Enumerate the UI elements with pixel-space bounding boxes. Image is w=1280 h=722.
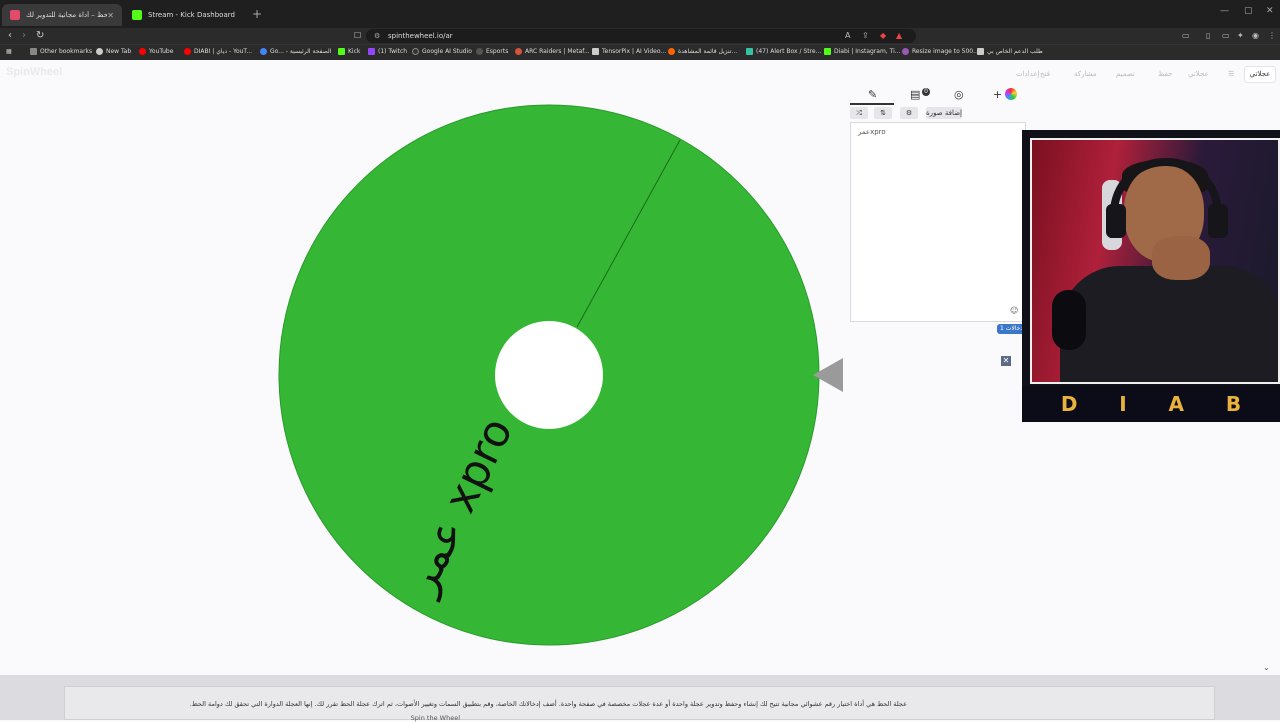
- wheel-pointer: [813, 358, 843, 392]
- edit-icon[interactable]: ✎: [868, 88, 877, 101]
- webcam-overlay: D I A B: [1022, 130, 1280, 422]
- wheel-center-hub: [495, 321, 603, 429]
- editor-actions: ⤮ ⇅ ⚙ إضافة صورة ▣: [850, 107, 1026, 129]
- shuffle-icon[interactable]: ⤮: [850, 107, 868, 119]
- earcup-left: [1106, 204, 1126, 238]
- footer-subtext: Spin the Wheel: [410, 714, 460, 722]
- active-tab-underline: [850, 103, 894, 105]
- person-shirt: [1060, 266, 1278, 382]
- person-hand: [1152, 236, 1210, 280]
- color-wheel-icon[interactable]: [1005, 88, 1017, 100]
- add-icon[interactable]: +: [993, 88, 1002, 101]
- hide-icon[interactable]: ◎: [954, 88, 964, 101]
- sort-icon[interactable]: ⇅: [874, 107, 892, 119]
- add-image-button[interactable]: إضافة صورة ▣: [926, 107, 962, 129]
- close-ad-icon[interactable]: ✕: [1001, 356, 1011, 366]
- list-icon[interactable]: ▤: [910, 88, 920, 101]
- diab-banner: D I A B: [1022, 386, 1280, 422]
- earcup-right: [1208, 204, 1228, 238]
- emoji-icon[interactable]: ☺: [1010, 306, 1018, 315]
- scroll-down-icon[interactable]: ⌄: [1263, 663, 1270, 672]
- list-badge: 0: [922, 88, 930, 96]
- microphone-shape: [1052, 290, 1086, 350]
- webcam-feed: [1030, 138, 1280, 384]
- footer-description: عجلة الحظ هي أداة اختيار رقم عشوائي مجان…: [189, 700, 907, 708]
- entries-textarea[interactable]: عمرxpro: [850, 122, 1026, 322]
- settings-icon[interactable]: ⚙: [900, 107, 918, 119]
